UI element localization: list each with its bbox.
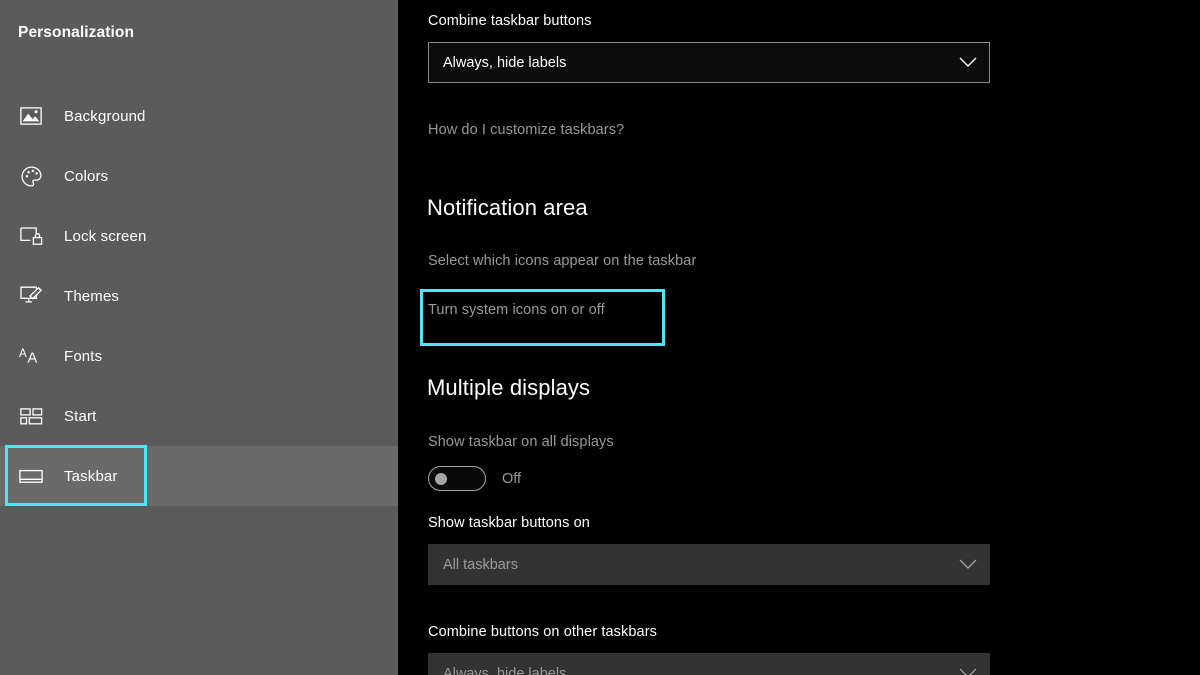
sidebar-item-label: Fonts bbox=[64, 347, 103, 365]
turn-system-icons-on-or-off-link[interactable]: Turn system icons on or off bbox=[428, 301, 605, 319]
show-taskbar-buttons-on-dropdown[interactable]: All taskbars bbox=[428, 544, 990, 585]
sidebar-item-label: Themes bbox=[64, 287, 120, 305]
svg-text:A: A bbox=[19, 348, 27, 360]
page-title: Personalization bbox=[18, 24, 135, 41]
sidebar-item-background[interactable]: Background bbox=[0, 86, 398, 146]
palette-icon bbox=[18, 163, 44, 189]
customize-taskbars-help-link[interactable]: How do I customize taskbars? bbox=[428, 121, 624, 139]
themes-brush-icon bbox=[18, 283, 44, 309]
settings-window: Personalization Background Colors Lock s… bbox=[0, 0, 1200, 675]
settings-content-pane: Combine taskbar buttons Always, hide lab… bbox=[398, 0, 1200, 675]
sidebar-item-fonts[interactable]: A A Fonts bbox=[0, 326, 398, 386]
sidebar-item-lock-screen[interactable]: Lock screen bbox=[0, 206, 398, 266]
combine-taskbar-buttons-dropdown[interactable]: Always, hide labels bbox=[428, 42, 990, 83]
show-taskbar-all-displays-toggle[interactable] bbox=[428, 466, 486, 491]
chevron-down-icon bbox=[959, 559, 977, 570]
combine-buttons-other-taskbars-label: Combine buttons on other taskbars bbox=[428, 624, 657, 640]
show-taskbar-all-displays-toggle-row: Off bbox=[428, 466, 521, 491]
show-taskbar-all-displays-label: Show taskbar on all displays bbox=[428, 434, 614, 450]
lock-screen-icon bbox=[18, 223, 44, 249]
svg-text:A: A bbox=[27, 351, 37, 367]
start-tiles-icon bbox=[18, 403, 44, 429]
combine-buttons-other-taskbars-dropdown[interactable]: Always, hide labels bbox=[428, 653, 990, 675]
toggle-knob bbox=[435, 472, 447, 485]
sidebar-item-label: Background bbox=[64, 107, 146, 125]
chevron-down-icon bbox=[959, 57, 977, 68]
select-icons-on-taskbar-link[interactable]: Select which icons appear on the taskbar bbox=[428, 252, 696, 270]
sidebar-item-label: Colors bbox=[64, 167, 109, 185]
taskbar-icon bbox=[18, 463, 44, 489]
sidebar-item-taskbar[interactable]: Taskbar bbox=[0, 446, 398, 506]
combine-buttons-other-taskbars-value: Always, hide labels bbox=[443, 665, 567, 675]
sidebar-item-themes[interactable]: Themes bbox=[0, 266, 398, 326]
sidebar-item-start[interactable]: Start bbox=[0, 386, 398, 446]
chevron-down-icon bbox=[959, 668, 977, 675]
show-taskbar-buttons-on-label: Show taskbar buttons on bbox=[428, 515, 590, 531]
show-taskbar-all-displays-state: Off bbox=[502, 470, 522, 487]
combine-taskbar-buttons-value: Always, hide labels bbox=[443, 54, 567, 71]
picture-icon bbox=[18, 103, 44, 129]
combine-taskbar-buttons-label: Combine taskbar buttons bbox=[428, 13, 592, 29]
sidebar-nav: Background Colors Lock screen Themes A A… bbox=[0, 86, 398, 506]
fonts-aa-icon: A A bbox=[18, 343, 44, 369]
settings-sidebar: Personalization Background Colors Lock s… bbox=[0, 0, 398, 675]
sidebar-item-label: Lock screen bbox=[64, 227, 147, 245]
multiple-displays-heading: Multiple displays bbox=[427, 375, 591, 400]
sidebar-item-label: Start bbox=[64, 407, 97, 425]
sidebar-item-label: Taskbar bbox=[64, 467, 118, 485]
notification-area-heading: Notification area bbox=[427, 195, 588, 220]
sidebar-item-colors[interactable]: Colors bbox=[0, 146, 398, 206]
show-taskbar-buttons-on-value: All taskbars bbox=[443, 556, 518, 573]
